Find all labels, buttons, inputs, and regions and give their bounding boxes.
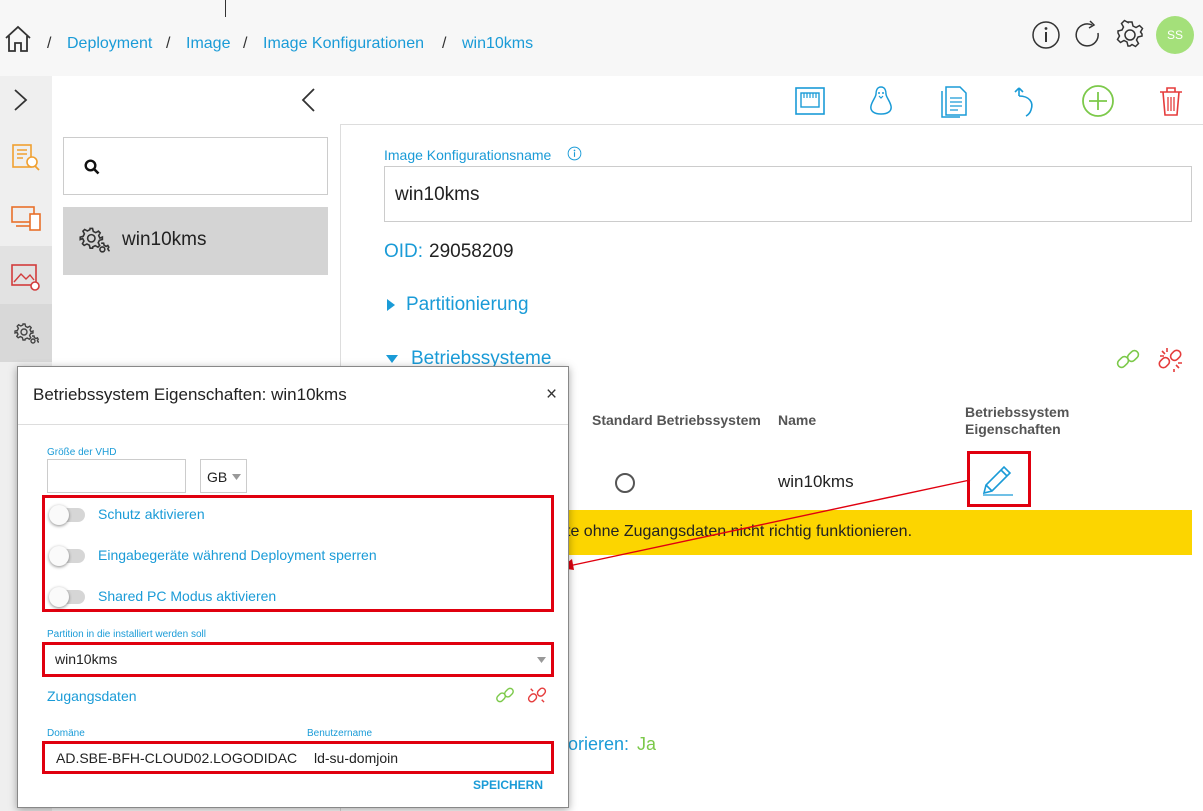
name-field[interactable]: win10kms [384, 166, 1192, 222]
chevron-down-icon [232, 474, 241, 480]
shared-pc-toggle-label: Shared PC Modus aktivieren [98, 588, 277, 604]
devices-icon [11, 206, 41, 231]
breadcrumb-image-konfigurationen[interactable]: Image Konfigurationen [263, 35, 424, 53]
protection-toggle-label: Schutz aktivieren [98, 506, 205, 522]
avatar[interactable]: SS [1156, 16, 1194, 54]
gears-icon [79, 227, 110, 253]
breadcrumb-separator: / [47, 35, 52, 52]
breadcrumb-image[interactable]: Image [186, 35, 230, 53]
partition-select[interactable]: win10kms [47, 646, 548, 673]
home-icon[interactable] [3, 24, 33, 54]
trash-icon[interactable] [1154, 84, 1188, 118]
vhd-size-label: Größe der VHD [47, 447, 117, 458]
dialog-title: Betriebssystem Eigenschaften: win10kms [33, 385, 347, 404]
lock-input-toggle-label: Eingabegeräte während Deployment sperren [98, 547, 377, 563]
rail-item-configurations[interactable] [0, 304, 52, 362]
username-label: Benutzername [307, 728, 373, 739]
vhd-unit-select[interactable]: GB [200, 459, 247, 493]
gears-icon [14, 323, 40, 344]
search-box[interactable] [63, 137, 328, 195]
undo-icon[interactable] [1009, 84, 1043, 118]
save-button[interactable]: SPEICHERN [473, 778, 543, 792]
caret-down-icon [386, 355, 398, 363]
partition-value: win10kms [55, 651, 118, 667]
info-icon[interactable] [567, 146, 582, 161]
rail-item-images[interactable] [0, 246, 52, 304]
partial-value: Ja [637, 734, 657, 754]
link-icon[interactable] [494, 684, 516, 706]
shared-pc-toggle[interactable] [49, 587, 85, 607]
username-input[interactable]: ld-su-domjoin [314, 750, 398, 766]
partial-label: orieren: [568, 734, 630, 754]
column-header-os-properties: Betriebssystem Eigenschaften [965, 404, 1070, 437]
info-icon[interactable] [1031, 20, 1061, 50]
network-port-icon[interactable] [793, 84, 827, 118]
domain-input[interactable]: AD.SBE-BFH-CLOUD02.LOGODIDAC [56, 750, 297, 766]
domain-label: Domäne [47, 728, 85, 739]
chevron-left-icon[interactable] [299, 86, 319, 114]
image-settings-icon [11, 264, 40, 291]
breadcrumb-deployment[interactable]: Deployment [67, 35, 152, 53]
caret-right-icon [387, 299, 395, 311]
name-field-label: Image Konfigurationsname [384, 147, 552, 163]
unlink-icon[interactable] [1156, 345, 1184, 373]
documents-icon[interactable] [937, 84, 971, 118]
os-properties-dialog: Betriebssystem Eigenschaften: win10kms ×… [17, 366, 569, 808]
link-icon[interactable] [1114, 345, 1142, 373]
add-icon[interactable] [1081, 84, 1115, 118]
unlink-icon[interactable] [526, 684, 548, 706]
breadcrumb-separator: / [166, 35, 171, 52]
linux-penguin-icon[interactable] [864, 84, 898, 118]
list-item-label: win10kms [122, 229, 207, 250]
pencil-edit-icon[interactable] [980, 463, 1016, 497]
breadcrumb-separator: / [243, 35, 248, 52]
rail-item-devices[interactable] [0, 188, 52, 246]
breadcrumb-separator: / [442, 35, 447, 52]
text-cursor [225, 0, 226, 17]
rail-item-reports[interactable] [0, 128, 52, 186]
column-header-name: Name [778, 412, 817, 428]
vhd-size-input[interactable] [47, 459, 186, 493]
chevron-right-icon[interactable] [12, 88, 30, 112]
oid-label: OID: [384, 241, 424, 262]
search-icon [84, 159, 100, 175]
dialog-divider [18, 424, 568, 425]
breadcrumb-win10kms[interactable]: win10kms [462, 35, 533, 53]
close-icon[interactable]: × [546, 384, 557, 406]
list-item[interactable]: win10kms [63, 207, 328, 275]
oid-value: 29058209 [429, 241, 514, 262]
lock-input-toggle[interactable] [49, 546, 85, 566]
chevron-down-icon [537, 657, 546, 663]
credentials-label: Zugangsdaten [47, 688, 137, 704]
search-input[interactable] [112, 152, 316, 180]
protection-toggle[interactable] [49, 505, 85, 525]
vhd-unit-value: GB [207, 469, 228, 485]
section-partitioning-label: Partitionierung [406, 294, 529, 315]
partition-label: Partition in die installiert werden soll [47, 629, 206, 640]
column-header-standard-os: Standard Betriebssystem [592, 412, 761, 428]
annotation-arrow [560, 479, 971, 570]
settings-gear-icon[interactable] [1114, 19, 1146, 51]
document-search-icon [12, 144, 40, 171]
top-bar: / Deployment / Image / Image Konfigurati… [0, 0, 1203, 76]
refresh-icon[interactable] [1073, 20, 1103, 50]
name-field-value[interactable]: win10kms [395, 184, 479, 206]
